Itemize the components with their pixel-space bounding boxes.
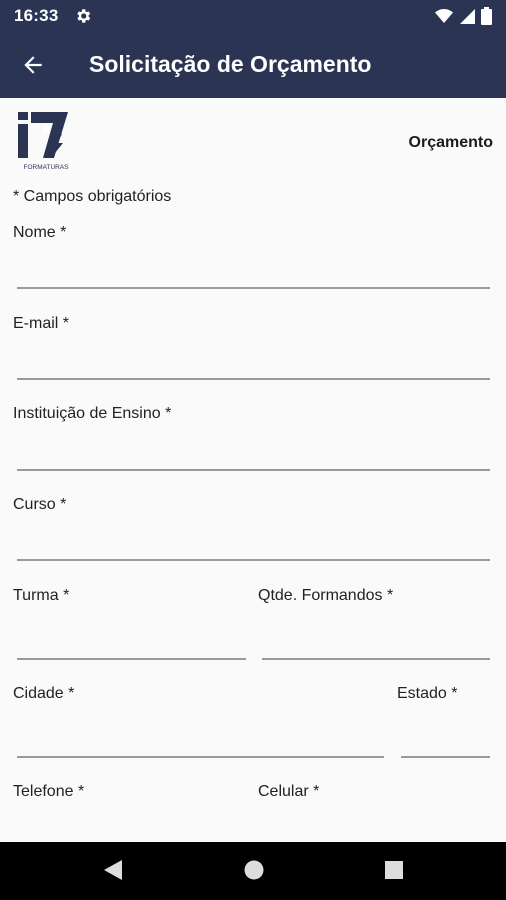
signal-icon	[460, 9, 475, 24]
header-tag: Orçamento	[408, 134, 493, 151]
label-qtde-formandos: Qtde. Formandos *	[258, 587, 394, 604]
label-curso: Curso *	[13, 496, 67, 513]
label-telefone: Telefone *	[13, 783, 85, 800]
settings-gear-icon	[77, 9, 91, 23]
label-cidade: Cidade *	[13, 685, 75, 702]
nav-recents-icon[interactable]	[384, 859, 404, 881]
i7-formaturas-logo: FORMATURAS	[18, 112, 69, 171]
nome-field[interactable]	[17, 259, 490, 289]
status-bar: 16:33	[0, 0, 506, 32]
estado-field[interactable]	[401, 728, 490, 758]
required-note: * Campos obrigatórios	[13, 188, 172, 205]
label-estado: Estado *	[397, 685, 458, 702]
instituicao-field[interactable]	[17, 441, 490, 471]
nav-back-icon[interactable]	[103, 859, 123, 881]
label-celular: Celular *	[258, 783, 320, 800]
label-instituicao: Instituição de Ensino *	[13, 405, 172, 422]
curso-field[interactable]	[17, 531, 490, 561]
label-turma: Turma *	[13, 587, 70, 604]
label-nome: Nome *	[13, 224, 67, 241]
app-bar: Solicitação de Orçamento	[0, 32, 506, 98]
email-field[interactable]	[17, 350, 490, 380]
page-title: Solicitação de Orçamento	[89, 51, 372, 77]
logo-text: FORMATURAS	[23, 164, 69, 171]
status-time: 16:33	[14, 6, 59, 25]
form-content: FORMATURAS Orçamento * Campos obrigatóri…	[0, 98, 506, 842]
system-icons	[435, 7, 492, 25]
turma-field[interactable]	[17, 630, 246, 660]
navigation-bar	[0, 842, 506, 900]
qtde-formandos-field[interactable]	[262, 630, 490, 660]
battery-icon	[481, 7, 492, 25]
nav-home-icon[interactable]	[243, 859, 265, 881]
cidade-field[interactable]	[17, 728, 384, 758]
wifi-icon	[435, 9, 453, 23]
back-arrow-icon[interactable]	[20, 52, 46, 78]
label-email: E-mail *	[13, 315, 70, 332]
